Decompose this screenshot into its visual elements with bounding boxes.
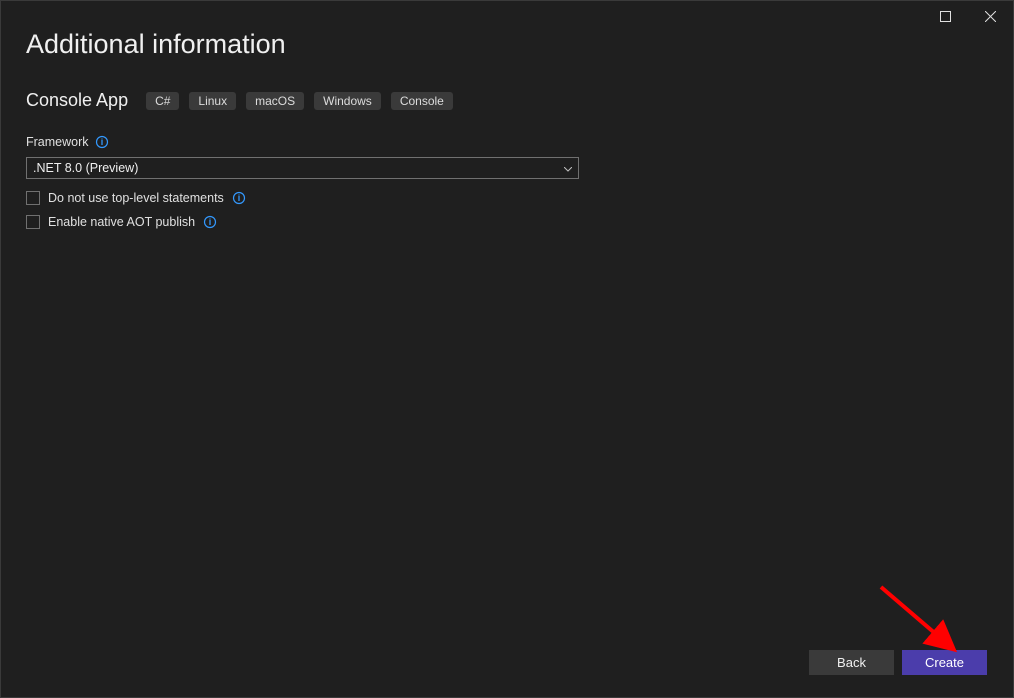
- tag-console: Console: [391, 92, 453, 110]
- info-icon[interactable]: i: [95, 135, 109, 149]
- close-icon: [985, 11, 996, 22]
- native-aot-label: Enable native AOT publish: [48, 215, 195, 229]
- subtitle-row: Console App C# Linux macOS Windows Conso…: [26, 90, 988, 111]
- top-level-statements-label: Do not use top-level statements: [48, 191, 224, 205]
- framework-selected-value: .NET 8.0 (Preview): [33, 161, 138, 175]
- close-button[interactable]: [968, 1, 1013, 31]
- tag-macos: macOS: [246, 92, 304, 110]
- framework-label: Framework: [26, 135, 89, 149]
- tag-csharp: C#: [146, 92, 179, 110]
- top-level-statements-checkbox[interactable]: [26, 191, 40, 205]
- tag-linux: Linux: [189, 92, 236, 110]
- content-area: Additional information Console App C# Li…: [1, 1, 1013, 229]
- info-icon[interactable]: i: [232, 191, 246, 205]
- maximize-button[interactable]: [923, 1, 968, 31]
- create-button[interactable]: Create: [902, 650, 987, 675]
- framework-label-row: Framework i: [26, 135, 988, 149]
- project-type-title: Console App: [26, 90, 128, 111]
- page-title: Additional information: [26, 29, 988, 60]
- tag-windows: Windows: [314, 92, 381, 110]
- footer-buttons: Back Create: [809, 650, 987, 675]
- back-button[interactable]: Back: [809, 650, 894, 675]
- chevron-down-icon: [564, 161, 572, 175]
- option-native-aot-row: Enable native AOT publish i: [26, 215, 988, 229]
- svg-text:i: i: [209, 217, 212, 227]
- maximize-icon: [940, 11, 951, 22]
- titlebar: [923, 1, 1013, 31]
- svg-text:i: i: [100, 137, 103, 147]
- framework-dropdown[interactable]: .NET 8.0 (Preview): [26, 157, 579, 179]
- native-aot-checkbox[interactable]: [26, 215, 40, 229]
- option-top-level-statements-row: Do not use top-level statements i: [26, 191, 988, 205]
- info-icon[interactable]: i: [203, 215, 217, 229]
- svg-text:i: i: [238, 193, 241, 203]
